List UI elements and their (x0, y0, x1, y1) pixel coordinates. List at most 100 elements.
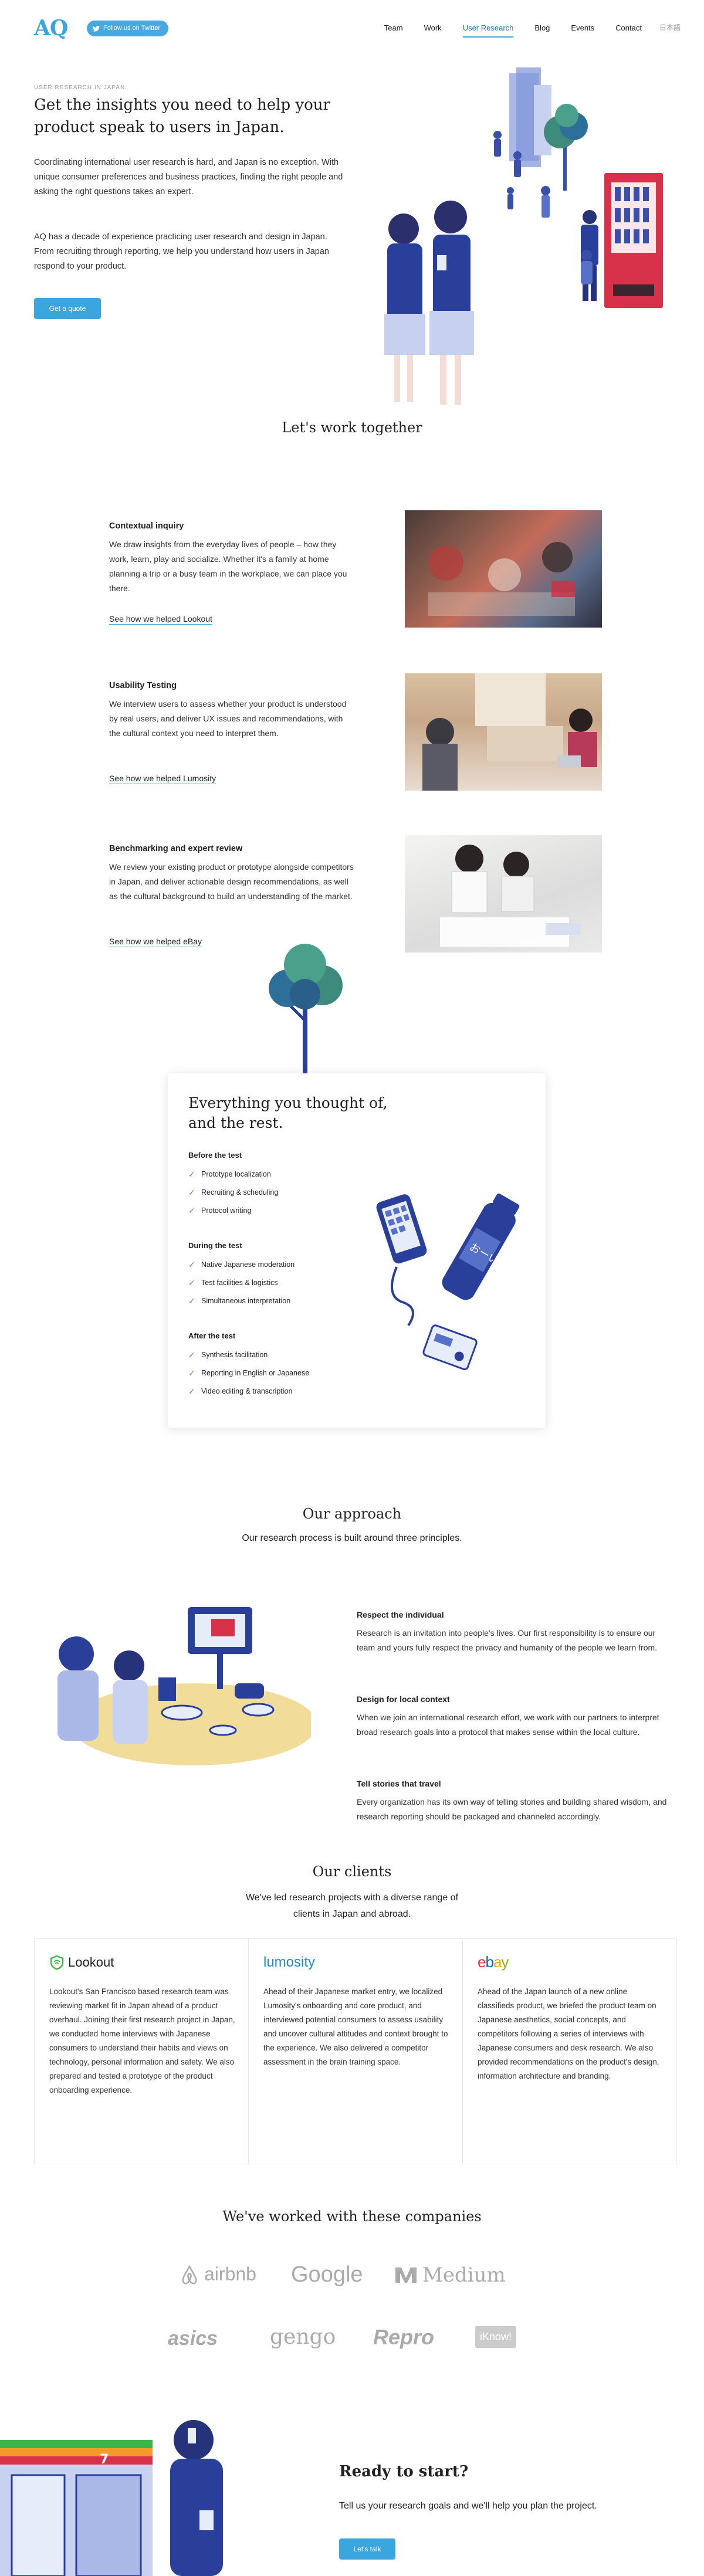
group-title: During the test (188, 1241, 242, 1250)
usability-testing-photo (405, 673, 602, 791)
checklist-item: Video editing & transcription (188, 1382, 309, 1401)
contextual-inquiry-photo (405, 510, 602, 628)
checklist-group-before: Before the test Prototype localization R… (188, 1150, 278, 1220)
clients-title: Our clients (312, 1863, 392, 1880)
checklist-item: Simultaneous interpretation (188, 1292, 295, 1310)
client-ebay: ebay Ahead of the Japan launch of a new … (463, 1939, 676, 2164)
airbnb-wordmark: airbnb (204, 2263, 256, 2284)
nav-events[interactable]: Events (571, 22, 594, 38)
companies-title: We've worked with these companies (222, 2208, 482, 2225)
nav-team[interactable]: Team (384, 22, 403, 38)
lets-talk-button[interactable]: Let's talk (339, 2538, 395, 2560)
usability-photo-shapes (422, 673, 597, 791)
client-cards: Lookout Lookout's San Francisco based re… (34, 1938, 677, 2164)
principle-text: When we join an international research e… (357, 1713, 659, 1737)
nav-blog[interactable]: Blog (534, 22, 550, 38)
checklist-item: Test facilities & logistics (188, 1274, 295, 1292)
twitter-icon (93, 25, 100, 32)
asics-logo: asics (168, 2323, 218, 2354)
twitter-follow-label: Follow us on Twitter (103, 24, 161, 32)
medium-icon (395, 2267, 417, 2283)
service-usability-testing: Usability Testing We interview users to … (0, 673, 704, 791)
client-lookout: Lookout Lookout's San Francisco based re… (35, 1939, 249, 2164)
lumosity-logo: lumosity (263, 1952, 451, 1973)
airbnb-logo: airbnb (180, 2259, 256, 2289)
meeting-photo-shapes (428, 542, 575, 616)
checklist-item: Native Japanese moderation (188, 1256, 295, 1274)
service-text: We review your existing product or proto… (109, 862, 354, 901)
group-title: Before the test (188, 1151, 242, 1160)
gengo-wordmark: gengo (270, 2325, 336, 2349)
medium-logo: Medium (394, 2259, 506, 2291)
checklist-group-during: During the test Native Japanese moderati… (188, 1240, 295, 1310)
approach-subtitle: Our research process is built around thr… (242, 1533, 462, 1543)
hero-paragraph-2: AQ has a decade of experience practicing… (34, 232, 329, 271)
principle-text: Every organization has its own way of te… (357, 1797, 667, 1822)
lookout-wordmark: Lookout (68, 1955, 114, 1970)
service-benchmarking: Benchmarking and expert review We review… (0, 835, 704, 953)
main-nav: Team Work User Research Blog Events Cont… (363, 22, 681, 38)
site-header: AQ Follow us on Twitter Team Work User R… (0, 0, 704, 59)
repro-logo: Repro (373, 2320, 434, 2354)
principle-title: Tell stories that travel (357, 1779, 441, 1788)
medium-wordmark: Medium (422, 2263, 506, 2287)
airbnb-icon (182, 2264, 197, 2284)
asics-wordmark: asics (168, 2327, 218, 2350)
principle-stories: Tell stories that travel Every organizat… (357, 1777, 673, 1824)
checklist-card: Everything you thought of, and the rest.… (168, 1073, 546, 1428)
client-text: Ahead of the Japan launch of a new onlin… (478, 1987, 659, 2080)
checklist-item: Synthesis facilitation (188, 1346, 309, 1364)
see-ebay-link[interactable]: See how we helped eBay (109, 936, 202, 947)
hero-title: Get the insights you need to help your p… (34, 96, 330, 136)
svg-text:7: 7 (100, 2452, 109, 2467)
checklist-item: Prototype localization (188, 1165, 278, 1184)
see-lumosity-link[interactable]: See how we helped Lumosity (109, 773, 216, 784)
checklist-item: Recruiting & scheduling (188, 1184, 278, 1202)
checklist-item: Protocol writing (188, 1202, 278, 1220)
tree-illustration (269, 944, 343, 1073)
clients-subtitle: We've led research projects with a diver… (245, 1893, 459, 1919)
iknow-wordmark: iKnow! (475, 2326, 517, 2348)
checklist-title: Everything you thought of, and the rest. (188, 1094, 388, 1131)
principle-respect: Respect the individual Research is an in… (357, 1608, 673, 1655)
service-text: We interview users to assess whether you… (109, 699, 347, 738)
google-wordmark: Google (291, 2262, 363, 2287)
hero-paragraph-1: Coordinating international user research… (34, 158, 343, 196)
logo[interactable]: AQ (34, 16, 68, 40)
repro-wordmark: Repro (373, 2325, 435, 2349)
benchmarking-photo-shapes (440, 845, 581, 947)
checklist-group-after: After the test Synthesis facilitation Re… (188, 1330, 309, 1401)
benchmarking-photo (405, 835, 602, 953)
language-switch[interactable]: 日本語 (659, 22, 681, 38)
client-lumosity: lumosity Ahead of their Japanese market … (249, 1939, 463, 2164)
service-title: Usability Testing (109, 681, 177, 690)
service-title: Contextual inquiry (109, 521, 184, 531)
approach-title: Our approach (302, 1506, 402, 1522)
service-title: Benchmarking and expert review (109, 844, 243, 853)
principle-title: Respect the individual (357, 1610, 444, 1619)
google-logo: Google (291, 2257, 363, 2293)
cta-title: Ready to start? (339, 2463, 469, 2480)
client-text: Ahead of their Japanese market entry, we… (263, 1987, 448, 2066)
lookout-shield-icon (50, 1955, 64, 1970)
see-lookout-link[interactable]: See how we helped Lookout (109, 614, 212, 625)
ebay-logo: ebay (478, 1952, 665, 1973)
lumosity-wordmark: lumosity (263, 1954, 316, 1970)
principle-local-context: Design for local context When we join an… (357, 1693, 673, 1740)
get-quote-button[interactable]: Get a quote (34, 298, 101, 319)
nav-contact[interactable]: Contact (615, 22, 642, 38)
convenience-store-illustration: 7 (0, 2420, 223, 2576)
service-contextual-inquiry: Contextual inquiry We draw insights from… (0, 510, 704, 628)
checklist-item: Reporting in English or Japanese (188, 1364, 309, 1382)
ebay-wordmark: ebay (478, 1953, 509, 1971)
principle-text: Research is an invitation into people's … (357, 1628, 658, 1653)
hero-illustration (384, 67, 663, 405)
twitter-follow-button[interactable]: Follow us on Twitter (87, 21, 169, 36)
nav-user-research[interactable]: User Research (462, 22, 514, 38)
client-text: Lookout's San Francisco based research t… (49, 1987, 235, 2094)
work-section-title: Let's work together (282, 419, 422, 436)
iknow-logo: iKnow! (475, 2326, 517, 2348)
nav-work[interactable]: Work (424, 22, 442, 38)
hero-kicker: USER RESEARCH IN JAPAN (34, 84, 126, 91)
lookout-logo: Lookout (49, 1952, 236, 1973)
